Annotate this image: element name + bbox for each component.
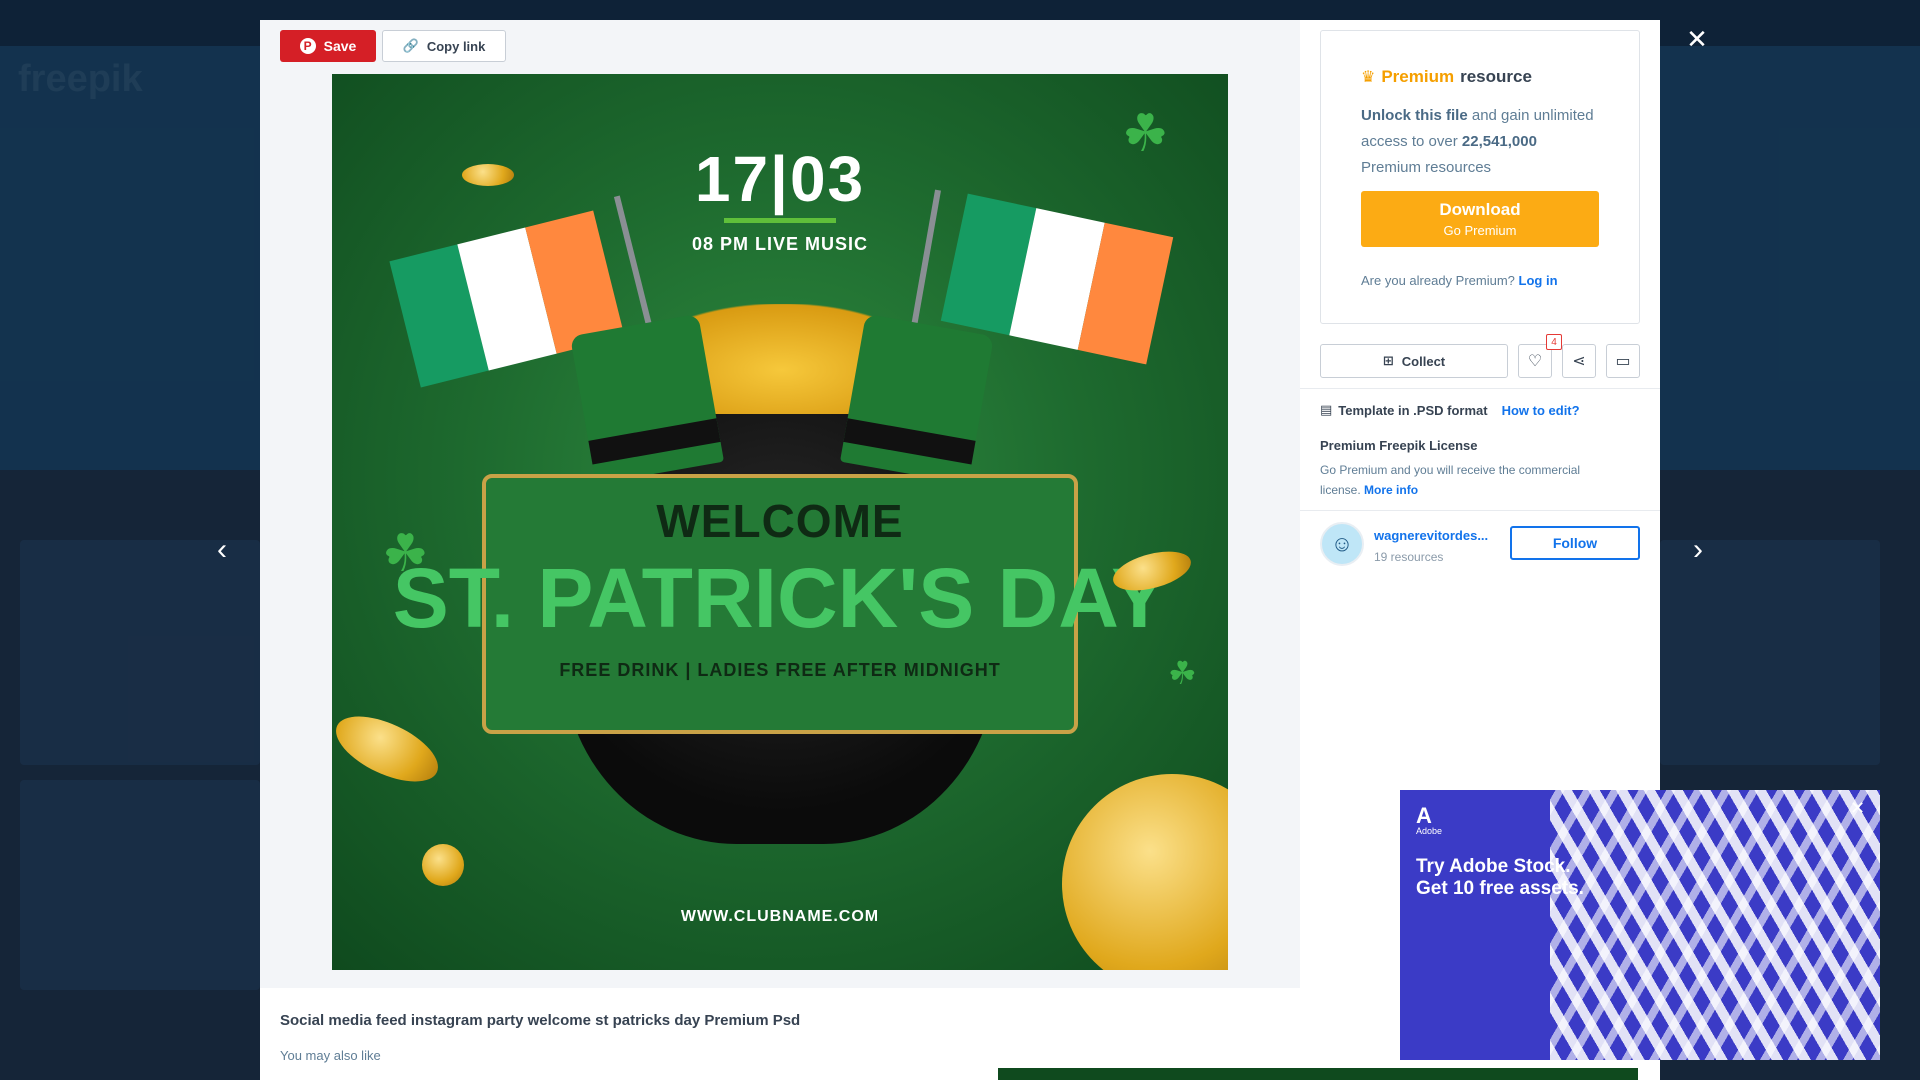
already-premium: Are you already Premium? Log in — [1361, 273, 1599, 288]
resource-label: resource — [1460, 67, 1532, 86]
heart-icon: ♡ — [1527, 353, 1543, 370]
gold-coin — [1062, 774, 1228, 970]
resource-count-rest: Premium resources — [1361, 159, 1492, 176]
download-label: Download — [1439, 200, 1521, 219]
resource-count: 22,541,000 — [1461, 133, 1537, 150]
format-label: Template in .PSD format — [1338, 402, 1488, 418]
leprechaun-hat — [839, 313, 995, 485]
license-text: Go Premium and you will receive the comm… — [1320, 460, 1620, 500]
unlock-bold: Unlock this file — [1361, 107, 1468, 124]
related-thumbnail[interactable] — [998, 1068, 1638, 1080]
download-button[interactable]: Download Go Premium — [1361, 191, 1599, 247]
ad-headline: Try Adobe Stock. Get 10 free assets. — [1416, 856, 1616, 900]
link-icon: 🔗 — [402, 38, 419, 53]
premium-heading: ♛ Premium resource — [1361, 67, 1599, 87]
already-premium-text: Are you already Premium? — [1361, 273, 1515, 288]
ad-headline-line-2: Get 10 free assets. — [1416, 878, 1584, 899]
pinterest-icon: P — [299, 38, 316, 54]
copy-link-label: Copy link — [426, 38, 486, 54]
resource-title: Social media feed instagram party welcom… — [280, 1012, 801, 1029]
format-row: ▤ Template in .PSD format How to edit? — [1320, 402, 1580, 418]
go-premium-label: Go Premium — [1443, 223, 1517, 238]
chevron-right-icon[interactable]: › — [1686, 535, 1710, 565]
gold-coin — [462, 164, 514, 186]
like-count-badge: 4 — [1546, 334, 1562, 350]
ad-headline-line-1: Try Adobe Stock. — [1416, 856, 1571, 877]
follow-button[interactable]: Follow — [1510, 526, 1640, 560]
premium-description: Unlock this file and gain unlimited acce… — [1361, 103, 1599, 181]
chevron-left-icon[interactable]: ‹ — [210, 535, 234, 565]
premium-box: ♛ Premium resource Unlock this file and … — [1320, 30, 1640, 324]
action-bar: ⊞ Collect ♡ 4 ⋖ ▭ — [1320, 334, 1640, 378]
close-icon[interactable]: ✕ — [1686, 26, 1708, 52]
login-link[interactable]: Log in — [1519, 273, 1558, 288]
more-info-link[interactable]: More info — [1364, 483, 1418, 497]
flyer-tagline: FREE DRINK | LADIES FREE AFTER MIDNIGHT — [559, 660, 1001, 680]
crown-icon: ♛ — [1361, 69, 1376, 86]
adobe-stock-ad[interactable]: A Adobe Try Adobe Stock. Get 10 free asse… — [1400, 790, 1880, 1060]
divider — [1300, 510, 1660, 511]
clover-icon: ☘ — [1122, 105, 1169, 163]
author-row: ☺ wagnerevitordes... 19 resources Follow — [1320, 522, 1640, 572]
collect-button[interactable]: ⊞ Collect — [1320, 344, 1508, 378]
license-description: Go Premium and you will receive the comm… — [1320, 463, 1581, 497]
premium-label: Premium — [1381, 67, 1455, 86]
also-like-heading: You may also like — [280, 1048, 381, 1063]
pinterest-save-button[interactable]: P Save — [280, 30, 376, 62]
share-button[interactable]: ⋖ — [1562, 344, 1596, 378]
flyer-url: WWW.CLUBNAME.COM — [680, 908, 880, 925]
flyer-time: 08 PM LIVE MUSIC — [691, 234, 869, 254]
folder-plus-icon: ⊞ — [1382, 353, 1394, 368]
flyer-welcome: WELCOME — [656, 495, 904, 547]
save-label: Save — [323, 38, 357, 54]
gold-coin — [332, 703, 448, 795]
avatar[interactable]: ☺ — [1320, 522, 1364, 566]
copy-link-button[interactable]: 🔗 Copy link — [382, 30, 506, 62]
adobe-logo: A Adobe — [1416, 803, 1443, 837]
author-resources: 19 resources — [1374, 550, 1444, 564]
gold-coin — [422, 844, 464, 886]
license-title: Premium Freepik License — [1320, 438, 1478, 453]
clover-icon: ☘ — [382, 525, 429, 583]
share-icon: ⋖ — [1572, 353, 1586, 370]
leprechaun-hat — [569, 313, 725, 485]
comment-button[interactable]: ▭ — [1606, 344, 1640, 378]
ad-pattern — [1550, 790, 1880, 1060]
preview-image[interactable]: 17|03 08 PM LIVE MUSIC WELCOME ST. PATRI… — [332, 74, 1228, 970]
author-name[interactable]: wagnerevitordes... — [1374, 528, 1488, 543]
date-underline — [724, 218, 836, 223]
how-to-edit-link[interactable]: How to edit? — [1502, 403, 1580, 418]
comment-icon: ▭ — [1615, 353, 1631, 370]
clover-icon: ☘ — [1168, 655, 1197, 691]
ad-brand: Adobe — [1416, 826, 1443, 836]
flyer-headline: ST. PATRICK'S DAY — [392, 551, 1168, 645]
preview-area: P Save 🔗 Copy link 17|03 08 PM LIVE MUSI… — [260, 20, 1300, 988]
file-icon: ▤ — [1320, 402, 1333, 417]
collect-label: Collect — [1401, 353, 1446, 369]
ad-close-icon[interactable]: ✕ — [1850, 798, 1865, 819]
divider — [1300, 388, 1660, 389]
